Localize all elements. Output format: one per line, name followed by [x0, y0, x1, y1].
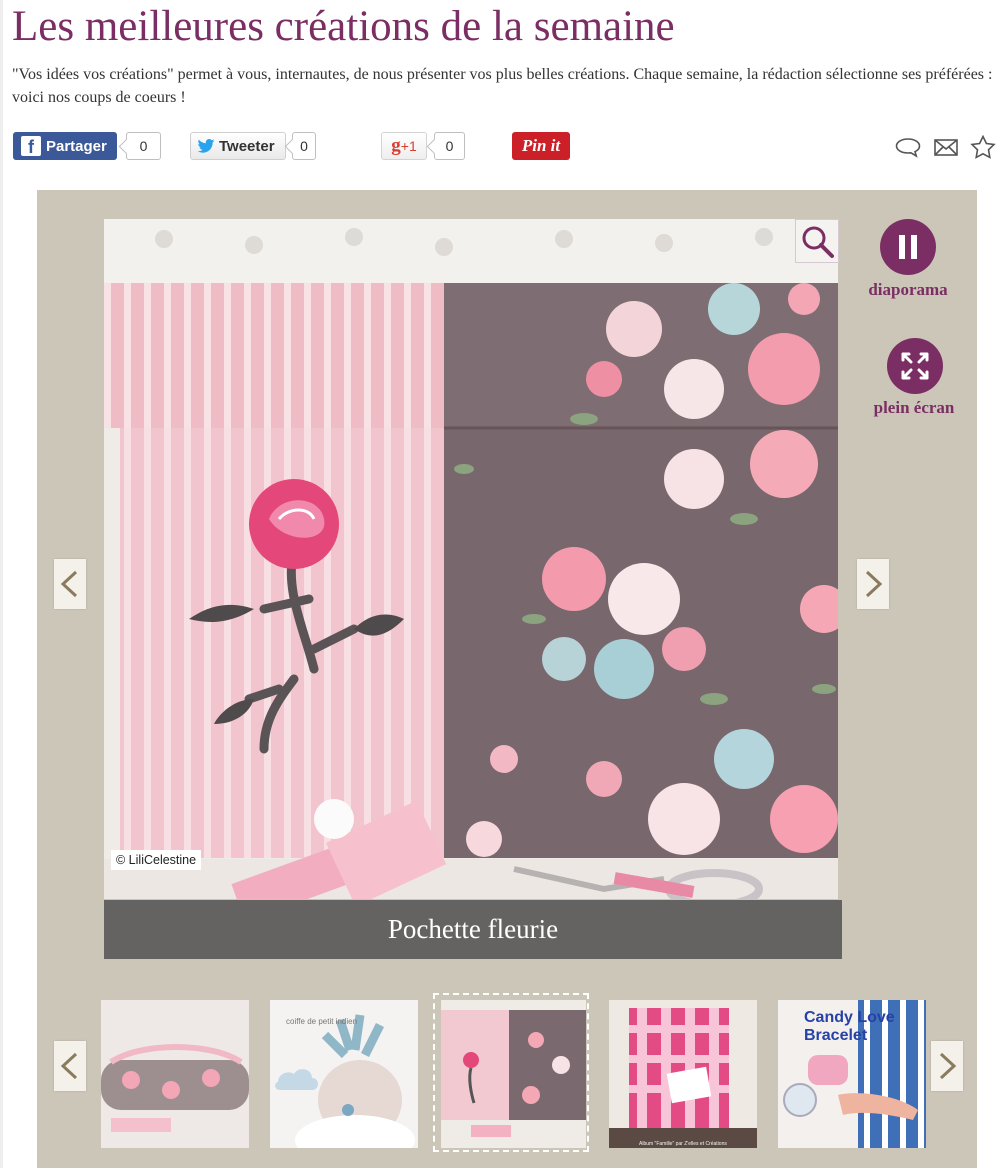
thumbnail-selected-frame	[433, 993, 589, 1152]
thumbnail-4[interactable]: Album "Famille" par Z'elles et Créations	[609, 1000, 757, 1148]
twitter-tweet-label: Tweeter	[219, 137, 275, 155]
google-plus-count-value: 0	[445, 138, 454, 154]
twitter-bird-icon	[197, 139, 215, 153]
svg-text:Candy Love: Candy Love	[804, 1009, 895, 1026]
star-icon[interactable]	[969, 135, 997, 159]
photo-copyright: © LiliCelestine	[111, 850, 202, 870]
previous-photo-button[interactable]	[54, 559, 86, 609]
twitter-count-value: 0	[300, 138, 308, 154]
twitter-tweet-button[interactable]: Tweeter	[190, 132, 286, 160]
thumbnail-1[interactable]	[101, 1000, 249, 1148]
chevron-left-icon	[60, 1052, 78, 1080]
pinterest-pin-label: Pin it	[521, 136, 561, 155]
thumbnails-previous-button[interactable]	[54, 1041, 86, 1091]
google-plus-icon: g	[391, 135, 401, 156]
svg-text:coiffe de petit indien: coiffe de petit indien	[286, 1017, 357, 1026]
google-plus-count: 0	[434, 132, 465, 160]
fullscreen-label[interactable]: plein écran	[862, 398, 966, 418]
facebook-share-label: Partager	[46, 137, 107, 155]
main-photo[interactable]	[104, 219, 838, 899]
envelope-icon[interactable]	[932, 135, 960, 159]
pinterest-pin-button[interactable]: Pin it	[512, 132, 570, 160]
chevron-left-icon	[60, 570, 78, 598]
thumbnail-5[interactable]: Candy Love Bracelet	[778, 1000, 926, 1148]
facebook-icon: f	[21, 136, 41, 157]
photo-caption-text: Pochette fleurie	[387, 914, 559, 944]
slideshow-label[interactable]: diaporama	[862, 280, 954, 300]
twitter-tweet-count: 0	[292, 132, 316, 160]
google-plus-label: +1	[400, 138, 417, 154]
photo-caption: Pochette fleurie	[104, 900, 842, 959]
facebook-count-value: 0	[139, 138, 148, 154]
fullscreen-button[interactable]	[887, 338, 943, 394]
comment-icon[interactable]	[894, 135, 922, 159]
google-plus-one-button[interactable]: g +1	[381, 132, 427, 160]
facebook-share-count: 0	[126, 132, 161, 160]
thumbnail-2[interactable]: coiffe de petit indien	[270, 1000, 418, 1148]
svg-text:Bracelet: Bracelet	[804, 1027, 868, 1044]
pause-icon	[899, 235, 917, 259]
thumbnails-next-button[interactable]	[931, 1041, 963, 1091]
expand-icon	[901, 352, 929, 380]
zoom-button[interactable]	[795, 219, 839, 263]
magnifier-icon	[802, 226, 834, 258]
page-intro: "Vos idées vos créations" permet à vous,…	[12, 66, 993, 106]
slideshow-pause-button[interactable]	[880, 219, 936, 275]
next-photo-button[interactable]	[857, 559, 889, 609]
chevron-right-icon	[865, 570, 883, 598]
svg-text:Album "Famille" par Z'elles et: Album "Famille" par Z'elles et Créations	[639, 1141, 727, 1147]
page-title: Les meilleures créations de la semaine	[12, 3, 675, 50]
page-left-border	[0, 0, 3, 1168]
facebook-share-button[interactable]: f Partager	[13, 132, 117, 160]
chevron-right-icon	[939, 1052, 957, 1080]
